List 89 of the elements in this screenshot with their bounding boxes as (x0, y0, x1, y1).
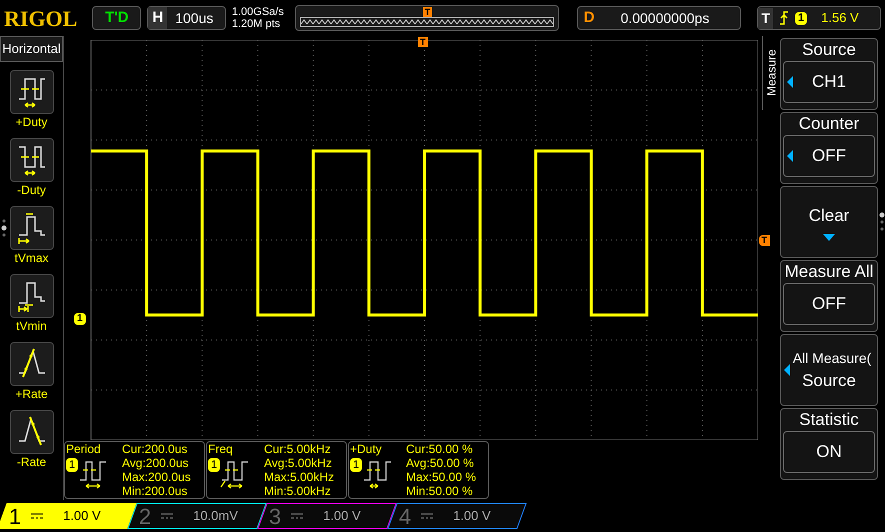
measure-type-button[interactable] (10, 342, 54, 386)
channel-number: 1 (9, 502, 22, 530)
dc-coupling-icon (421, 513, 434, 519)
down-arrow-icon (823, 234, 835, 242)
sample-rate: 1.00GSa/s (232, 6, 285, 18)
memory-depth: 1.20M pts (232, 18, 282, 30)
page-dots-icon (879, 212, 885, 232)
menu-option[interactable]: Counter OFF (780, 112, 878, 184)
option-value: OFF (812, 293, 846, 316)
channel-number: 2 (139, 502, 152, 530)
option-title: Statistic (799, 409, 859, 431)
measure-type-label: tVmax (14, 250, 48, 266)
channel-tab[interactable]: 3 1.00 V (257, 503, 397, 529)
channel-scale: 1.00 V (63, 507, 101, 526)
trigger-source-badge: 1 (795, 12, 808, 24)
statistic-value: Max:200.0us (122, 470, 191, 484)
rising-edge-icon (779, 11, 790, 25)
panel-title: Horizontal (0, 36, 63, 62)
statistic-value: Max:50.00 % (406, 470, 476, 484)
option-value: Source (802, 370, 856, 392)
dc-coupling-icon (31, 513, 44, 519)
left-arrow-icon (784, 364, 790, 376)
statistic-value: Max:5.00kHz (264, 470, 334, 484)
timebase-label: H (148, 6, 168, 30)
channel-number: 4 (399, 502, 412, 530)
statistic-value: Avg:200.0us (122, 456, 190, 470)
trigger-label: T (758, 8, 774, 28)
channel-scale: 1.00 V (453, 507, 491, 526)
statistic-value: Avg:50.00 % (406, 456, 475, 470)
page-dots-icon (1, 218, 7, 238)
delay-panel[interactable]: D 0.00000000ps (576, 6, 742, 30)
source-badge: 1 (208, 458, 220, 472)
wave-overview-icon (300, 17, 554, 27)
dc-coupling-icon (161, 513, 174, 519)
option-value: ON (816, 441, 842, 464)
measure-type-label: -Rate (16, 454, 46, 470)
measurement-name: Freq (208, 442, 234, 456)
source-badge: 1 (66, 458, 78, 472)
statistic-value: Cur:200.0us (122, 442, 188, 456)
channel-tab[interactable]: 1 1.00 V (0, 503, 137, 529)
option-title: Measure All (784, 261, 874, 283)
option-title: All Measure( (792, 349, 872, 368)
option-value: OFF (812, 145, 846, 168)
left-arrow-icon (787, 150, 793, 162)
menu-option[interactable]: Source CH1 (780, 38, 878, 110)
statistic-value: Min:50.00 % (406, 484, 474, 498)
clear-button[interactable]: Clear (780, 186, 878, 258)
statistic-value: Cur:50.00 % (406, 442, 474, 456)
measure-type-label: +Rate (15, 386, 48, 402)
measure-type-button[interactable] (10, 206, 54, 250)
measurement-name: +Duty (350, 442, 383, 456)
option-title: Counter (798, 113, 860, 135)
measure-type-button[interactable] (10, 410, 54, 454)
menu-option[interactable]: All Measure( Source (780, 334, 878, 406)
trigger-level-marker: T (758, 235, 770, 246)
run-status: T'D (92, 6, 142, 30)
channel-scale: 1.00 V (323, 507, 361, 526)
measure-type-button[interactable] (10, 70, 54, 114)
option-title: Source (802, 39, 856, 61)
dc-coupling-icon (291, 513, 304, 519)
delay-label: D (582, 8, 596, 28)
measure-type-button[interactable] (10, 138, 54, 182)
measure-type-button[interactable] (10, 274, 54, 318)
statistic-value: Min:5.00kHz (264, 484, 332, 498)
option-value: CH1 (812, 71, 846, 94)
delay-value: 0.00000000ps (620, 8, 710, 28)
measure-type-label: -Duty (17, 182, 46, 198)
measure-type-label: +Duty (16, 114, 48, 130)
trigger-panel[interactable]: T 1 1.56 V (757, 6, 882, 30)
measure-type-label: tVmin (16, 318, 47, 334)
channel-scale: 10.0mV (193, 507, 238, 526)
timebase-panel[interactable]: H 100us (147, 6, 226, 30)
statistic-value: Cur:5.00kHz (264, 442, 332, 456)
channel-number: 3 (269, 502, 282, 530)
menu-option[interactable]: Statistic ON (780, 408, 878, 480)
logo: RIGOL (4, 4, 78, 32)
trigger-time-marker: T (418, 37, 428, 47)
statistic-value: Min:200.0us (122, 484, 188, 498)
trigger-level: 1.56 V (821, 9, 859, 28)
measurement-name: Period (66, 442, 102, 456)
menu-option[interactable]: Measure All OFF (780, 260, 878, 332)
timebase-value: 100us (175, 8, 214, 28)
channel-tab[interactable]: 4 1.00 V (387, 503, 527, 529)
statistic-value: Avg:5.00kHz (264, 456, 333, 470)
left-arrow-icon (787, 76, 793, 88)
channel-marker: 1 (74, 313, 86, 325)
trigger-position-marker: T (422, 7, 432, 17)
channel-tab[interactable]: 2 10.0mV (127, 503, 267, 529)
source-badge: 1 (350, 458, 362, 472)
